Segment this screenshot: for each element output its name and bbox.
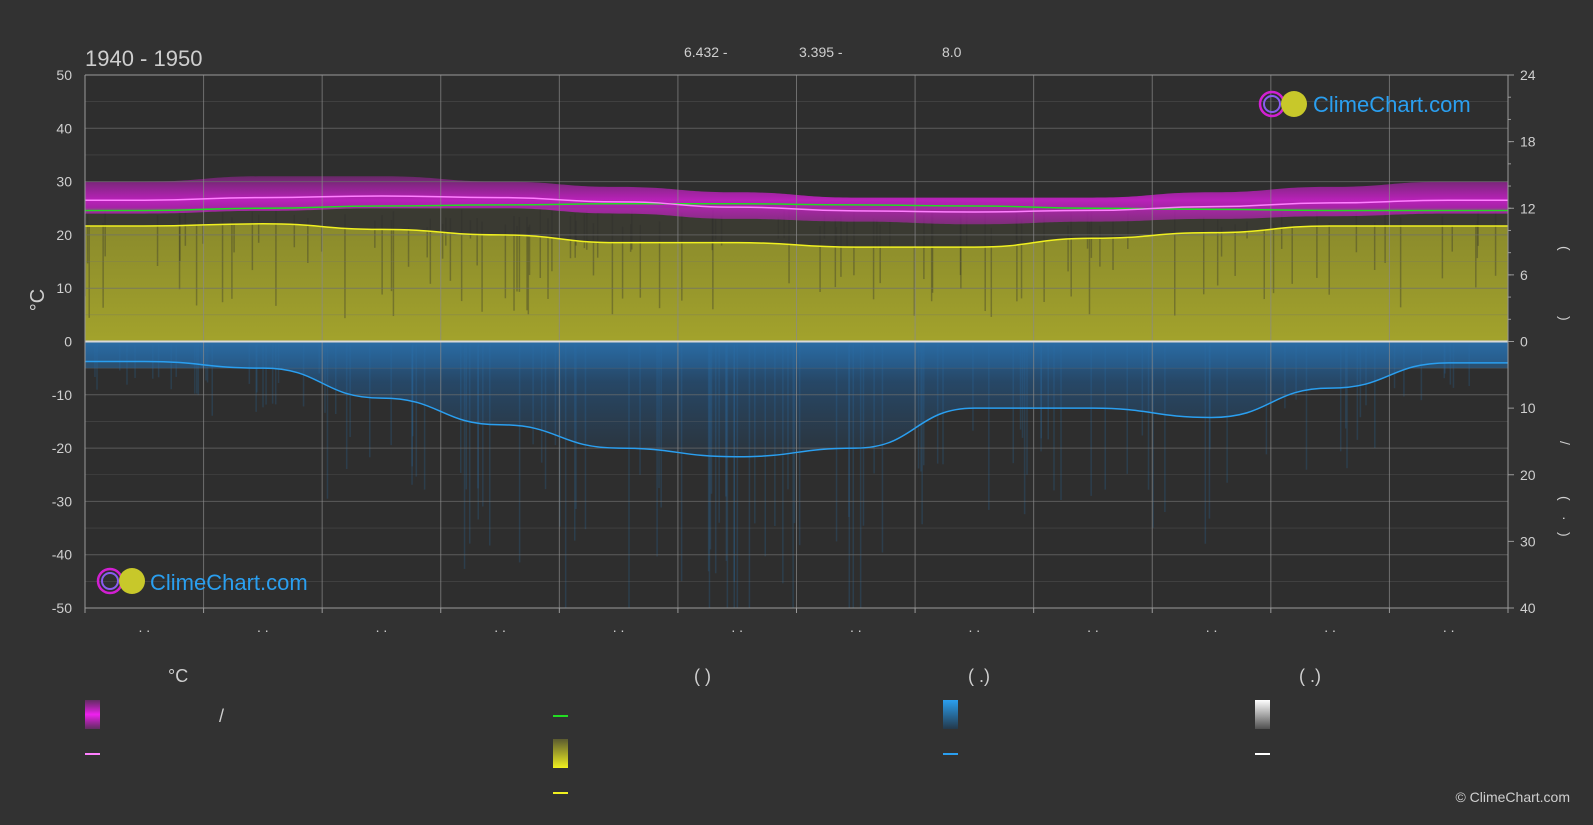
legend-col2-heading: ( )	[694, 666, 711, 686]
legend-rain-swatch	[943, 700, 958, 729]
y2-tick-label-rain: 10	[1520, 400, 1536, 416]
y-tick-label: -50	[52, 600, 72, 616]
legend-temp-range-swatch	[85, 700, 100, 729]
logo-text: ClimeChart.com	[1313, 92, 1471, 117]
y-tick-label: -10	[52, 387, 72, 403]
logo-top-right: ClimeChart.com	[1258, 90, 1471, 118]
y-tick-label: -40	[52, 547, 72, 563]
plot-area: 50 40 30 20 10 0 -10 -20 -30 -40 -50 24 18 12 6 0 10 20 30…	[52, 67, 1536, 635]
copyright: © ClimeChart.com	[1455, 789, 1570, 805]
y-tick-label: 20	[56, 227, 72, 243]
x-tick-label: . .	[257, 619, 269, 635]
x-tick-label: . .	[494, 619, 506, 635]
legend-col3-heading: ( .)	[968, 666, 990, 686]
svg-text:(: (	[1557, 246, 1573, 251]
x-tick-label: . .	[1324, 619, 1336, 635]
y-tick-label: 0	[64, 334, 72, 350]
legend-col1-heading: °C	[168, 666, 188, 686]
legend-sunshine-swatch	[553, 739, 568, 768]
svg-text:): )	[1557, 316, 1573, 321]
x-tick-label: . .	[1087, 619, 1099, 635]
x-tick-label: . .	[376, 619, 388, 635]
right-axis-label-glyphs: ( ) / ( · )	[1557, 246, 1573, 537]
y-tick-label: 30	[56, 174, 72, 190]
header-stat-3: 8.0	[942, 44, 962, 60]
y2-tick-label-hours: 0	[1520, 334, 1528, 350]
y2-tick-label-hours: 18	[1520, 134, 1536, 150]
grid	[85, 74, 1508, 609]
y-tick-label: -30	[52, 493, 72, 509]
x-tick-label: . .	[613, 619, 625, 635]
x-tick-label: . .	[1443, 619, 1455, 635]
logo-bottom-left: ClimeChart.com	[96, 567, 308, 595]
climate-chart: 1940 - 1950 6.432 - 3.395 - 8.0 °C ( ) /…	[27, 44, 1573, 805]
y-tick-label: 40	[56, 120, 72, 136]
header-stat-1: 6.432 -	[684, 44, 728, 60]
x-tick-label: . .	[731, 619, 743, 635]
x-tick-label: . .	[138, 619, 150, 635]
logo-text: ClimeChart.com	[150, 570, 308, 595]
y2-tick-label-rain: 30	[1520, 533, 1536, 549]
svg-text:(: (	[1557, 496, 1573, 501]
y-tick-label: 50	[56, 67, 72, 83]
y2-tick-label-hours: 6	[1520, 267, 1528, 283]
y2-tick-label-hours: 24	[1520, 67, 1536, 83]
y2-tick-label-hours: 12	[1520, 200, 1536, 216]
y2-tick-label-rain: 40	[1520, 600, 1536, 616]
y-tick-label: -20	[52, 440, 72, 456]
svg-text:): )	[1557, 532, 1573, 537]
x-tick-label: . .	[969, 619, 981, 635]
chart-title: 1940 - 1950	[85, 46, 202, 71]
y-tick-label: 10	[56, 280, 72, 296]
legend-temp-range-separator: /	[219, 706, 224, 726]
legend: °C ( ) ( .) ( .) /	[85, 666, 1321, 794]
logo-sun-icon	[1281, 91, 1307, 117]
x-tick-label: . .	[1206, 619, 1218, 635]
legend-snow-swatch	[1255, 700, 1270, 729]
svg-text:·: ·	[1557, 516, 1573, 521]
y2-tick-label-rain: 20	[1520, 467, 1536, 483]
legend-col4-heading: ( .)	[1299, 666, 1321, 686]
y-axis-label: °C	[27, 289, 49, 311]
header-stat-2: 3.395 -	[799, 44, 843, 60]
logo-sun-icon	[119, 568, 145, 594]
x-tick-label: . .	[850, 619, 862, 635]
svg-text:/: /	[1557, 441, 1573, 445]
